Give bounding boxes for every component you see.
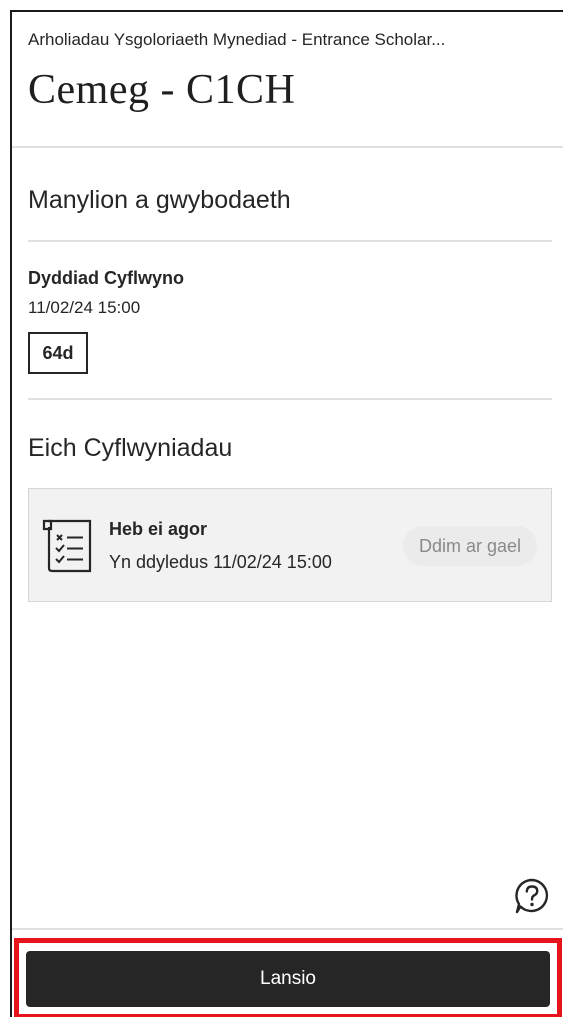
help-question-icon[interactable]	[512, 876, 552, 916]
submissions-heading: Eich Cyflwyniadau	[28, 434, 233, 462]
panel-header: Arholiadau Ysgoloriaeth Mynediad - Entra…	[12, 12, 563, 148]
submission-card[interactable]: Heb ei agor Yn ddyledus 11/02/24 15:00 D…	[28, 488, 552, 602]
details-heading: Manylion a gwybodaeth	[28, 186, 291, 214]
submissions-divider	[28, 398, 552, 400]
details-divider	[28, 240, 552, 242]
due-date-label: Dyddiad Cyflwyno	[28, 268, 185, 288]
page-title: Cemeg - C1CH	[28, 67, 296, 113]
panel-footer: Lansio	[12, 928, 563, 1017]
submission-status: Heb ei agor	[109, 519, 208, 539]
launch-highlight: Lansio	[14, 938, 562, 1017]
due-date-value: 11/02/24 15:00	[28, 298, 141, 317]
assessment-checklist-icon	[42, 519, 92, 573]
submission-due: Yn ddyledus 11/02/24 15:00	[109, 552, 332, 572]
availability-badge: Ddim ar gael	[402, 526, 537, 566]
launch-button[interactable]: Lansio	[26, 950, 550, 1007]
days-remaining-badge: 64d	[28, 332, 88, 374]
assessment-panel: Arholiadau Ysgoloriaeth Mynediad - Entra…	[10, 10, 563, 1017]
course-name: Arholiadau Ysgoloriaeth Mynediad - Entra…	[28, 30, 446, 49]
